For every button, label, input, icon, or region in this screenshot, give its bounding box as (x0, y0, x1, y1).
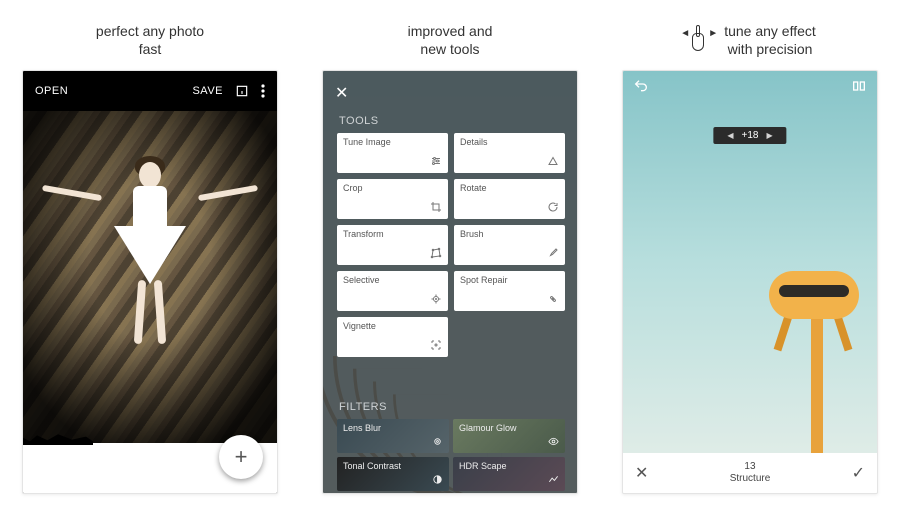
target-icon (430, 293, 442, 307)
cancel-icon[interactable]: ✕ (635, 463, 648, 483)
tool-rotate[interactable]: Rotate (454, 179, 565, 219)
caption-2-l2: new tools (408, 40, 493, 58)
bottombar-3: ✕ 13 Structure ✓ (623, 453, 877, 493)
filter-tonal-contrast[interactable]: Tonal Contrast (337, 457, 449, 491)
caption-2: improved and new tools (408, 10, 493, 70)
filter-lens-blur[interactable]: Lens Blur (337, 419, 449, 453)
contrast-icon (432, 474, 443, 487)
caption-1: perfect any photo fast (96, 10, 204, 70)
caption-3-l2: with precision (724, 40, 816, 58)
close-icon[interactable]: ✕ (335, 83, 348, 103)
effect-readout: 13 Structure (730, 461, 771, 485)
brush-icon (547, 247, 559, 261)
pill-value: +18 (742, 130, 759, 141)
tools-section-label: TOOLS (339, 115, 379, 127)
main-photo[interactable] (23, 111, 277, 443)
heal-icon (547, 293, 559, 307)
hdr-icon (548, 474, 559, 487)
blur-icon (432, 436, 443, 449)
filter-glamour-glow[interactable]: Glamour Glow (453, 419, 565, 453)
crop-icon (430, 201, 442, 215)
tool-selective[interactable]: Selective (337, 271, 448, 311)
effect-value: 13 (730, 461, 771, 473)
filters-section-label: FILTERS (339, 401, 387, 413)
caption-3: ◄► tune any effect with precision (684, 10, 816, 70)
tri-left-icon: ◀ (727, 131, 733, 140)
value-pill[interactable]: ◀ +18 ▶ (713, 127, 786, 144)
screenshot-2-col: improved and new tools ✕ TOOLS Tune Imag… (310, 10, 590, 494)
undo-icon[interactable] (633, 78, 649, 99)
more-icon[interactable] (261, 84, 265, 98)
tools-grid: Tune Image Details Crop Rotate Transform… (337, 133, 565, 357)
tool-transform[interactable]: Transform (337, 225, 448, 265)
editor-topbar-3 (623, 71, 877, 105)
filter-hdr-scape[interactable]: HDR Scape (453, 457, 565, 491)
rotate-icon (547, 201, 559, 215)
open-button[interactable]: OPEN (35, 85, 68, 97)
phone-2: ✕ TOOLS Tune Image Details Crop Rotate T… (322, 70, 578, 494)
plus-icon: + (235, 444, 248, 470)
tool-vignette[interactable]: Vignette (337, 317, 448, 357)
tool-crop[interactable]: Crop (337, 179, 448, 219)
info-icon[interactable] (235, 84, 249, 98)
apply-icon[interactable]: ✓ (852, 463, 865, 483)
screenshot-3-col: ◄► tune any effect with precision ◀ +18 (610, 10, 890, 494)
compare-icon[interactable] (851, 78, 867, 99)
effect-label: Structure (730, 473, 771, 485)
vignette-icon (430, 339, 442, 353)
tool-tune-image[interactable]: Tune Image (337, 133, 448, 173)
editor-topbar: OPEN SAVE (23, 71, 277, 111)
caption-1-l1: perfect any photo (96, 22, 204, 40)
swipe-gesture-icon: ◄► (684, 23, 714, 57)
phone-1: OPEN SAVE (22, 70, 278, 494)
caption-2-l1: improved and (408, 22, 493, 40)
save-button[interactable]: SAVE (192, 85, 223, 97)
screenshot-1-col: perfect any photo fast OPEN SAVE (10, 10, 290, 494)
sliders-icon (430, 155, 442, 169)
phone-3: ◀ +18 ▶ ✕ 13 Structure ✓ (622, 70, 878, 494)
tool-spot-repair[interactable]: Spot Repair (454, 271, 565, 311)
caption-1-l2: fast (96, 40, 204, 58)
caption-3-l1: tune any effect (724, 22, 816, 40)
triangle-icon (547, 155, 559, 169)
transform-icon (430, 247, 442, 261)
filters-grid: Lens Blur Glamour Glow Tonal Contrast HD… (337, 419, 565, 491)
add-fab[interactable]: + (219, 435, 263, 479)
screenshot-row: perfect any photo fast OPEN SAVE (0, 0, 900, 514)
tri-right-icon: ▶ (766, 131, 772, 140)
tool-details[interactable]: Details (454, 133, 565, 173)
eye-icon (548, 436, 559, 449)
tool-brush[interactable]: Brush (454, 225, 565, 265)
tower-window (779, 285, 849, 297)
